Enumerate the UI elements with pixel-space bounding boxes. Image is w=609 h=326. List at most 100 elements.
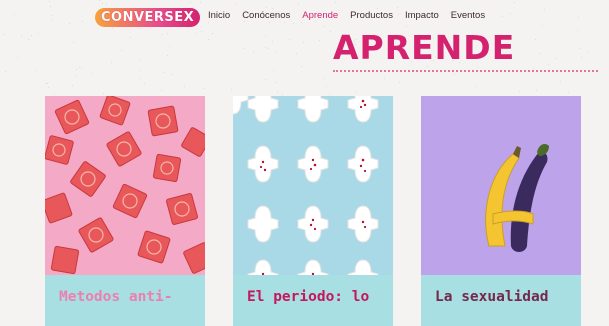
paper-speck	[21, 36, 22, 37]
paper-speck	[540, 53, 541, 54]
paper-speck	[103, 93, 104, 94]
paper-speck	[50, 6, 51, 7]
card-metodos-anticonceptivos[interactable]: Metodos anti-	[45, 96, 205, 326]
paper-speck	[162, 34, 163, 35]
paper-speck	[17, 57, 18, 58]
paper-speck	[235, 3, 236, 4]
paper-speck	[548, 64, 549, 65]
paper-speck	[31, 35, 32, 36]
paper-speck	[301, 66, 302, 67]
paper-speck	[303, 42, 304, 43]
paper-speck	[69, 23, 70, 24]
nav-impacto[interactable]: Impacto	[405, 10, 439, 21]
paper-speck	[277, 91, 278, 92]
paper-speck	[568, 92, 569, 93]
paper-speck	[519, 91, 520, 92]
card-caption-text: Metodos anti-	[59, 289, 173, 305]
paper-speck	[51, 15, 52, 16]
nav-aprende[interactable]: Aprende	[302, 10, 338, 21]
paper-speck	[5, 71, 6, 72]
paper-speck	[201, 31, 202, 32]
paper-speck	[578, 17, 579, 18]
paper-speck	[208, 39, 209, 40]
paper-speck	[272, 41, 273, 42]
paper-speck	[106, 4, 107, 5]
paper-speck	[99, 0, 100, 1]
paper-speck	[130, 37, 131, 38]
paper-speck	[200, 2, 201, 3]
paper-speck	[454, 74, 455, 75]
conversex-logo[interactable]: CONVERSEX	[95, 6, 201, 28]
paper-speck	[102, 3, 103, 4]
main-nav: Inicio Conócenos Aprende Productos Impac…	[208, 10, 485, 21]
card-la-sexualidad[interactable]: La sexualidad	[421, 96, 581, 326]
paper-speck	[301, 22, 302, 23]
paper-speck	[502, 16, 503, 17]
paper-speck	[514, 2, 515, 3]
paper-speck	[326, 86, 327, 87]
paper-speck	[265, 35, 266, 36]
paper-speck	[81, 68, 82, 69]
paper-speck	[577, 30, 578, 31]
paper-speck	[28, 39, 29, 40]
paper-speck	[47, 83, 48, 84]
paper-speck	[581, 57, 582, 58]
sanitary-pads-image	[233, 96, 393, 279]
paper-speck	[329, 94, 330, 95]
paper-speck	[139, 59, 140, 60]
paper-speck	[535, 39, 536, 40]
paper-speck	[269, 22, 270, 23]
card-el-periodo[interactable]: El periodo: lo	[233, 96, 393, 326]
paper-speck	[14, 14, 15, 15]
paper-speck	[476, 86, 477, 87]
paper-speck	[76, 69, 77, 70]
paper-speck	[265, 79, 266, 80]
paper-speck	[75, 75, 76, 76]
paper-speck	[212, 33, 213, 34]
paper-speck	[282, 94, 283, 95]
paper-speck	[48, 87, 49, 88]
paper-speck	[38, 33, 39, 34]
paper-speck	[324, 78, 325, 79]
paper-speck	[406, 26, 407, 27]
paper-speck	[533, 68, 534, 69]
paper-speck	[580, 48, 581, 49]
paper-speck	[121, 50, 122, 51]
paper-speck	[184, 86, 185, 87]
nav-eventos[interactable]: Eventos	[451, 10, 485, 21]
paper-speck	[273, 70, 274, 71]
title-divider	[333, 70, 598, 72]
paper-speck	[355, 91, 356, 92]
paper-speck	[588, 52, 589, 53]
nav-conocenos[interactable]: Conócenos	[242, 10, 290, 21]
paper-speck	[4, 34, 5, 35]
paper-speck	[324, 26, 325, 27]
paper-speck	[144, 83, 145, 84]
paper-speck	[272, 8, 273, 9]
card-caption-text: El periodo: lo	[247, 289, 370, 305]
paper-speck	[169, 46, 170, 47]
nav-inicio[interactable]: Inicio	[208, 10, 230, 21]
card-caption: La sexualidad	[421, 275, 581, 326]
nav-productos[interactable]: Productos	[350, 10, 393, 21]
paper-speck	[172, 74, 173, 75]
paper-speck	[384, 78, 385, 79]
paper-speck	[139, 28, 140, 29]
card-caption: El periodo: lo	[233, 275, 393, 326]
paper-speck	[265, 47, 266, 48]
paper-speck	[298, 4, 299, 5]
paper-speck	[73, 42, 74, 43]
paper-speck	[399, 82, 400, 83]
paper-speck	[79, 67, 80, 68]
logo-wordmark: CONVERSEX	[95, 7, 201, 27]
banana-eggplant-image	[421, 96, 581, 279]
paper-speck	[244, 21, 245, 22]
paper-speck	[190, 2, 191, 3]
paper-speck	[112, 28, 113, 29]
paper-speck	[204, 88, 205, 89]
paper-speck	[319, 40, 320, 41]
paper-speck	[296, 53, 297, 54]
paper-speck	[335, 2, 336, 3]
paper-speck	[253, 52, 254, 53]
paper-speck	[510, 13, 511, 14]
